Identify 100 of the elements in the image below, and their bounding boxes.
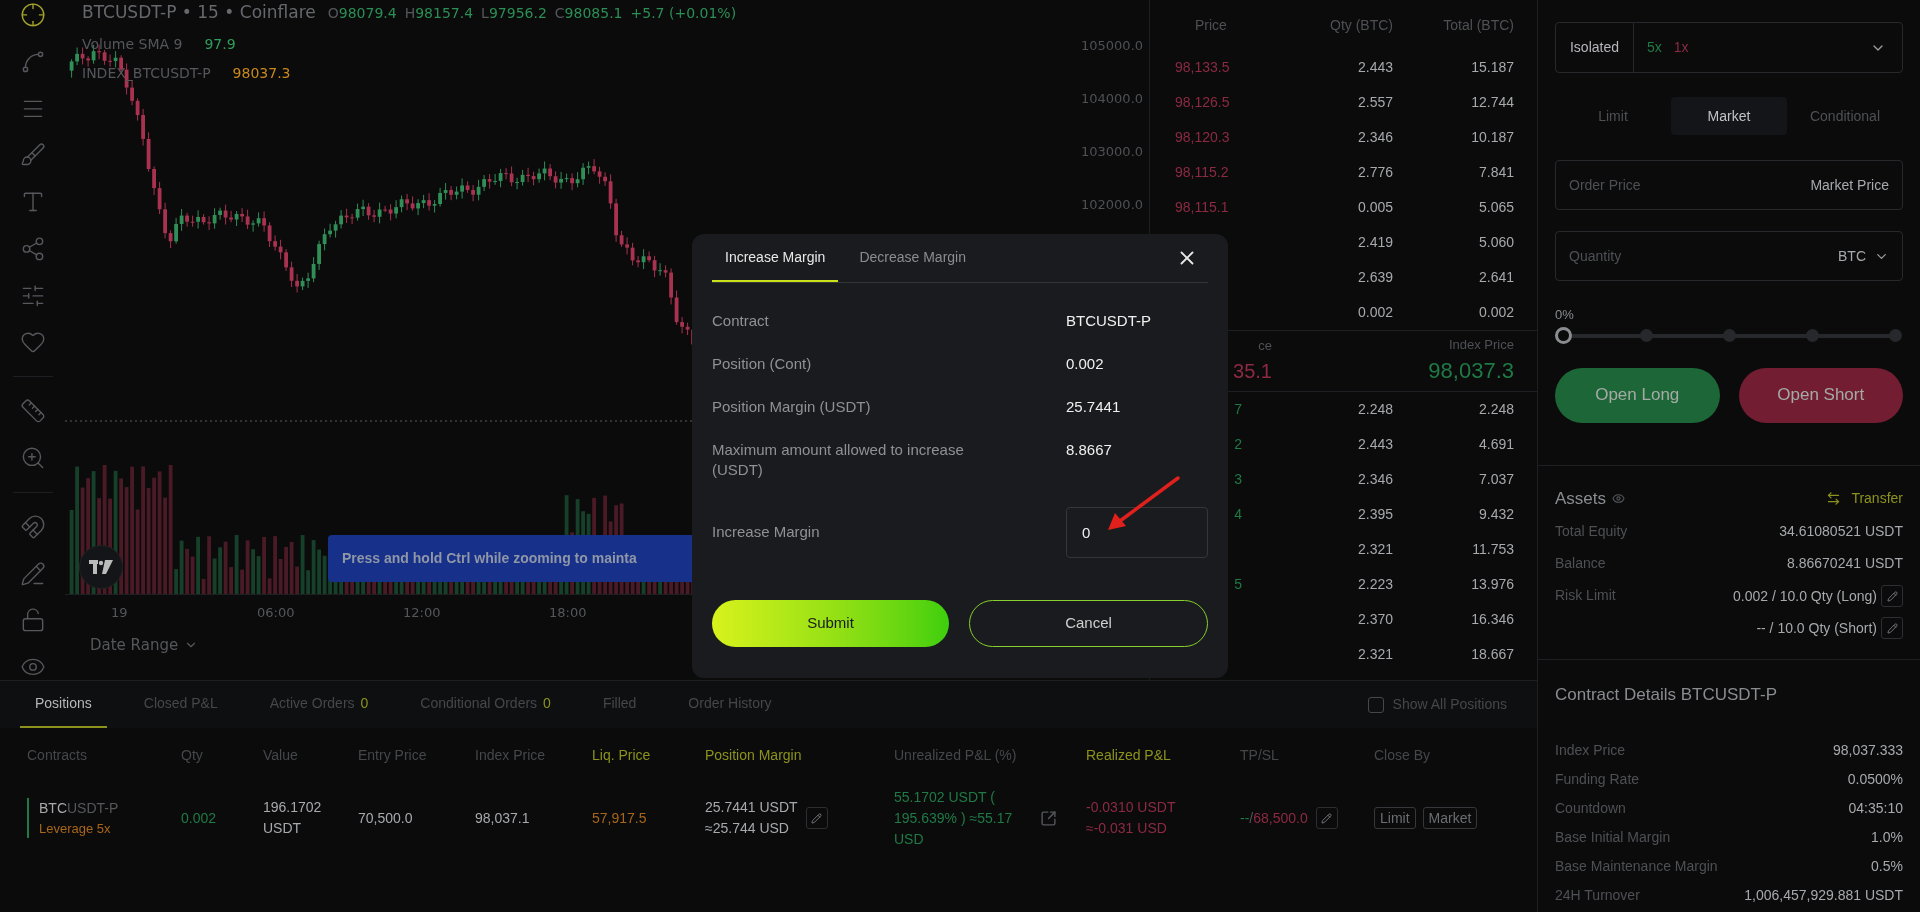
margin-tab[interactable]: Increase Margin: [712, 234, 839, 282]
detail-label: 24H Turnover: [1555, 885, 1640, 905]
eye-icon[interactable]: [1612, 491, 1626, 505]
positions-tab[interactable]: Positions: [20, 681, 107, 728]
transfer-link[interactable]: Transfer: [1851, 487, 1903, 509]
submit-button[interactable]: Submit: [712, 600, 949, 647]
dialog-value: BTCUSDT-P: [1066, 311, 1151, 331]
crosshair-icon[interactable]: [19, 2, 46, 28]
column-header: Index Price: [475, 747, 546, 763]
chart-symbol: BTCUSDT-P • 15 • Coinflare: [82, 1, 316, 24]
order-quantity: 0.005: [1356, 198, 1393, 217]
margin-tab[interactable]: Decrease Margin: [846, 234, 979, 282]
ohlc-value: H98157.4: [404, 4, 474, 23]
order-quantity: 2.557: [1356, 93, 1393, 112]
transfer-icon[interactable]: [1826, 490, 1842, 506]
pencil-icon: [1886, 622, 1898, 634]
column-header: Qty: [181, 747, 203, 763]
dialog-value: 8.8667: [1066, 440, 1112, 460]
share-icon[interactable]: [1040, 809, 1057, 827]
time-axis-label: 06:00: [257, 604, 295, 622]
contract-symbol: BTCUSDT-P: [39, 798, 119, 818]
position-margin-value: ≈25.744 USD: [705, 819, 790, 838]
order-price: 4: [1234, 506, 1242, 522]
column-header: Realized P&L: [1086, 747, 1171, 763]
quantity-field[interactable]: Quantity BTC: [1555, 231, 1903, 281]
indicator-value: 98037.3: [232, 63, 291, 83]
order-total: 11.753: [1471, 540, 1514, 559]
column-header: Price: [1194, 15, 1228, 35]
price-axis-label: 104000.0: [1081, 90, 1145, 107]
tp-sl-value: --/68,500.0: [1240, 808, 1308, 828]
edit-button[interactable]: [1881, 585, 1903, 607]
order-price: 3: [1234, 471, 1242, 487]
order-total: 2.248: [1477, 400, 1514, 419]
open-long-button[interactable]: Open Long: [1555, 367, 1720, 423]
column-header: Close By: [1374, 747, 1431, 763]
magnet-icon[interactable]: [19, 513, 46, 540]
asset-label: Balance: [1555, 554, 1606, 573]
dialog-value: 0.002: [1066, 354, 1104, 374]
detail-label: Base Maintenance Margin: [1555, 856, 1718, 876]
index-price: 98,037.3: [1428, 357, 1514, 386]
column-header: Unrealized P&L (%): [894, 747, 1017, 763]
column-header: Entry Price: [358, 747, 427, 763]
asset-value: -- / 10.0 Qty (Short): [1756, 618, 1877, 638]
ohlc-value: C98085.1: [554, 4, 623, 23]
positions-tab[interactable]: Conditional Orders 0: [405, 681, 566, 728]
unit-label: BTC: [1838, 246, 1866, 266]
qty-value: 0.002: [181, 809, 217, 826]
order-total: 15.187: [1470, 58, 1514, 77]
edit-button[interactable]: [1315, 807, 1338, 829]
detail-value: 1.0%: [1871, 827, 1903, 847]
order-total: 4.691: [1477, 435, 1514, 454]
realized-pnl: -0.0310 USDT: [1086, 798, 1177, 817]
order-quantity: 2.346: [1356, 470, 1393, 489]
percent-label: 0%: [1555, 306, 1575, 324]
positions-tab[interactable]: Active Orders 0: [254, 681, 384, 728]
close-by-button[interactable]: Limit: [1374, 807, 1416, 829]
edit-button[interactable]: [805, 807, 828, 829]
close-by-button[interactable]: Market: [1422, 807, 1478, 829]
liq-price: 57,917.5: [592, 809, 647, 826]
open-short-button[interactable]: Open Short: [1738, 367, 1903, 423]
column-header: Position Margin: [705, 747, 802, 763]
column-header: Contracts: [27, 747, 87, 763]
margin-mode-selector[interactable]: Isolated 5x 1x: [1555, 22, 1903, 73]
order-price-field[interactable]: Order Price Market Price: [1555, 160, 1903, 210]
order-quantity: 2.321: [1356, 540, 1393, 559]
order-total: 5.065: [1477, 198, 1514, 217]
detail-label: Funding Rate: [1555, 769, 1640, 789]
checkbox-label: Show All Positions: [1392, 695, 1507, 714]
indicator-value: 97.9: [204, 34, 236, 54]
margin-amount-field[interactable]: 0: [1066, 507, 1208, 558]
detail-value: 0.0500%: [1847, 769, 1903, 789]
order-price: 2: [1234, 436, 1242, 452]
order-price: 5: [1234, 576, 1242, 592]
realized-pnl: ≈-0.031 USD: [1086, 819, 1168, 838]
slider-thumb[interactable]: [1555, 326, 1572, 344]
order-type-tab[interactable]: Market: [1671, 97, 1787, 135]
order-total: 5.060: [1477, 233, 1514, 252]
dialog-value: 25.7441: [1066, 397, 1121, 417]
quantity-input[interactable]: Quantity: [1569, 245, 1769, 267]
price-change: +5.7 (+0.01%): [630, 4, 737, 23]
order-total: 16.346: [1470, 610, 1514, 629]
slider-track[interactable]: [1555, 326, 1903, 344]
order-total: 13.976: [1470, 575, 1514, 594]
short-leverage: 1x: [1673, 38, 1689, 57]
contract-details-title: Contract Details BTCUSDT-P: [1555, 684, 1778, 706]
time-axis-label: 19: [111, 604, 128, 622]
pencil-icon: [811, 812, 823, 824]
pencil-icon[interactable]: [19, 560, 46, 587]
margin-mode-label: Isolated: [1556, 23, 1634, 72]
ruler-icon[interactable]: [19, 398, 46, 425]
detail-value: 98,037.333: [1832, 740, 1903, 760]
order-total: 9.432: [1477, 505, 1514, 524]
show-all-checkbox[interactable]: [1367, 696, 1384, 713]
time-axis-label: 18:00: [549, 604, 587, 622]
order-total: 10.187: [1470, 128, 1514, 147]
detail-label: Countdown: [1555, 798, 1626, 818]
order-price: 98,126.5: [1175, 94, 1230, 110]
asset-value: 0.002 / 10.0 Qty (Long): [1733, 586, 1877, 606]
edit-button[interactable]: [1881, 617, 1903, 639]
order-total: 0.002: [1477, 303, 1514, 322]
